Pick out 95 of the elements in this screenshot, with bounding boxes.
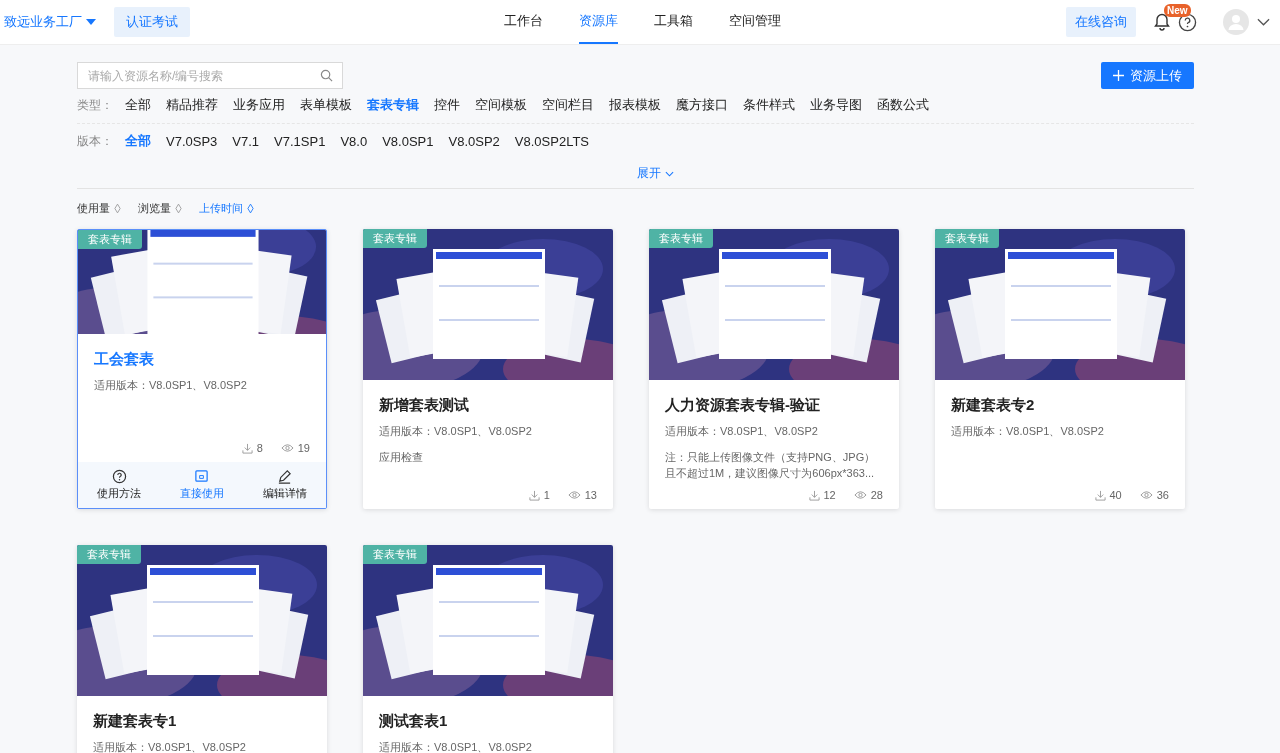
card-title: 新增套表测试 [379, 396, 470, 415]
sort-icon [114, 202, 121, 214]
resource-card[interactable]: 套表专辑 测试套表1 适用版本：V8.0SP1、V8.0SP2 [363, 545, 613, 753]
category-tag: 套表专辑 [363, 545, 427, 564]
card-title: 新建套表专1 [93, 712, 178, 731]
download-icon [241, 442, 253, 454]
caret-icon [86, 19, 96, 25]
new-badge: New [1164, 4, 1191, 17]
view-count: 19 [297, 442, 310, 454]
chevron-down-icon [665, 170, 674, 177]
type-option[interactable]: 条件样式 [743, 96, 795, 114]
sort-option[interactable]: 使用量 [77, 198, 121, 218]
version-text: 适用版本：V8.0SP1、V8.0SP2 [951, 424, 1105, 439]
version-option[interactable]: V7.0SP3 [166, 133, 218, 149]
type-option[interactable]: 业务导图 [810, 96, 862, 114]
resource-card[interactable]: 套表专辑 工会套表 适用版本：V8.0SP1、V8.0SP2 8 19 使用方法 直接使用 编辑详情 [77, 229, 327, 509]
category-tag: 套表专辑 [77, 545, 141, 564]
download-count: 1 [543, 489, 550, 501]
type-option[interactable]: 套表专辑 [367, 96, 419, 114]
version-text: 适用版本：V8.0SP1、V8.0SP2 [94, 378, 248, 393]
download-icon [528, 489, 540, 501]
resource-card[interactable]: 套表专辑 新增套表测试 适用版本：V8.0SP1、V8.0SP2 应用检查 1 13 [363, 229, 613, 509]
pencil-icon [277, 469, 293, 484]
sort-option[interactable]: 浏览量 [138, 198, 182, 218]
nav-tab[interactable]: 工具箱 [654, 0, 693, 44]
eye-icon [567, 490, 581, 500]
version-option[interactable]: 全部 [125, 132, 151, 150]
window-icon [194, 469, 210, 484]
card-action-button[interactable]: 编辑详情 [262, 469, 307, 501]
type-option[interactable]: 业务应用 [233, 96, 285, 114]
plus-icon [1113, 70, 1124, 81]
version-option[interactable]: V8.0SP2 [448, 133, 500, 149]
sort-icon [175, 202, 182, 214]
search-icon[interactable] [320, 69, 333, 82]
version-text: 适用版本：V8.0SP1、V8.0SP2 [379, 740, 533, 753]
description-text: 注：只能上传图像文件（支持PNG、JPG）且不超过1M，建议图像尺寸为606px*363... [665, 450, 877, 481]
view-count: 28 [870, 489, 883, 501]
type-option[interactable]: 函数公式 [877, 96, 929, 114]
help-icon[interactable] [1178, 12, 1197, 32]
filter-label: 版本： [77, 132, 113, 150]
chevron-down-icon[interactable] [1257, 18, 1270, 26]
card-title: 工会套表 [94, 350, 155, 369]
help-icon [111, 469, 127, 484]
card-action-button[interactable]: 直接使用 [180, 469, 224, 501]
category-tag: 套表专辑 [78, 230, 142, 249]
resource-card[interactable]: 套表专辑 人力资源套表专辑-验证 适用版本：V8.0SP1、V8.0SP2 注：只能上传图像文件（支持PNG、JPG）且不超过1M，建议图像尺寸为606px*363... 12 28 [649, 229, 899, 509]
description-text: 应用检查 [379, 450, 424, 465]
view-count: 13 [584, 489, 597, 501]
download-count: 12 [823, 489, 836, 501]
card-action-button[interactable]: 使用方法 [97, 469, 142, 501]
download-count: 8 [256, 442, 263, 454]
type-option[interactable]: 魔方接口 [676, 96, 728, 114]
version-option[interactable]: V8.0SP2LTS [514, 133, 589, 149]
download-count: 40 [1109, 489, 1122, 501]
type-option[interactable]: 控件 [434, 96, 460, 114]
sort-option[interactable]: 上传时间 [199, 198, 254, 218]
category-tag: 套表专辑 [649, 229, 713, 248]
online-consult-button[interactable]: 在线咨询 [1066, 7, 1136, 37]
notification-bell-icon[interactable] [1154, 13, 1170, 31]
category-tag: 套表专辑 [363, 229, 427, 248]
version-option[interactable]: V8.0SP1 [382, 133, 434, 149]
eye-icon [1139, 490, 1153, 500]
card-title: 新建套表专2 [951, 396, 1036, 415]
type-option[interactable]: 表单模板 [300, 96, 352, 114]
sort-icon [247, 202, 254, 214]
category-tag: 套表专辑 [935, 229, 999, 248]
type-option[interactable]: 全部 [125, 96, 151, 114]
version-option[interactable]: V7.1 [232, 133, 260, 149]
eye-icon [280, 443, 294, 453]
download-icon [808, 489, 820, 501]
cert-exam-button[interactable]: 认证考试 [114, 7, 190, 37]
nav-tab[interactable]: 资源库 [579, 0, 618, 44]
view-count: 36 [1156, 489, 1169, 501]
download-icon [1094, 489, 1106, 501]
version-text: 适用版本：V8.0SP1、V8.0SP2 [665, 424, 819, 439]
version-option[interactable]: V7.1SP1 [274, 133, 326, 149]
version-text: 适用版本：V8.0SP1、V8.0SP2 [93, 740, 247, 753]
card-title: 测试套表1 [379, 712, 449, 731]
type-option[interactable]: 空间模板 [475, 96, 527, 114]
version-text: 适用版本：V8.0SP1、V8.0SP2 [379, 424, 533, 439]
nav-tab[interactable]: 工作台 [504, 0, 543, 44]
eye-icon [853, 490, 867, 500]
version-option[interactable]: V8.0 [340, 133, 368, 149]
resource-card[interactable]: 套表专辑 新建套表专1 适用版本：V8.0SP1、V8.0SP2 [77, 545, 327, 753]
expand-link[interactable]: 展开 [637, 165, 674, 182]
type-option[interactable]: 报表模板 [609, 96, 661, 114]
nav-tab[interactable]: 空间管理 [729, 0, 781, 44]
card-title: 人力资源套表专辑-验证 [665, 396, 821, 415]
type-option[interactable]: 空间栏目 [542, 96, 594, 114]
search-field[interactable]: 请输入资源名称/编号搜索 [77, 62, 343, 89]
workspace-switcher[interactable]: 致远业务工厂 [4, 13, 96, 31]
filter-label: 类型： [77, 96, 113, 114]
type-option[interactable]: 精品推荐 [166, 96, 218, 114]
resource-card[interactable]: 套表专辑 新建套表专2 适用版本：V8.0SP1、V8.0SP2 40 36 [935, 229, 1185, 509]
upload-button[interactable]: 资源上传 [1101, 62, 1194, 89]
